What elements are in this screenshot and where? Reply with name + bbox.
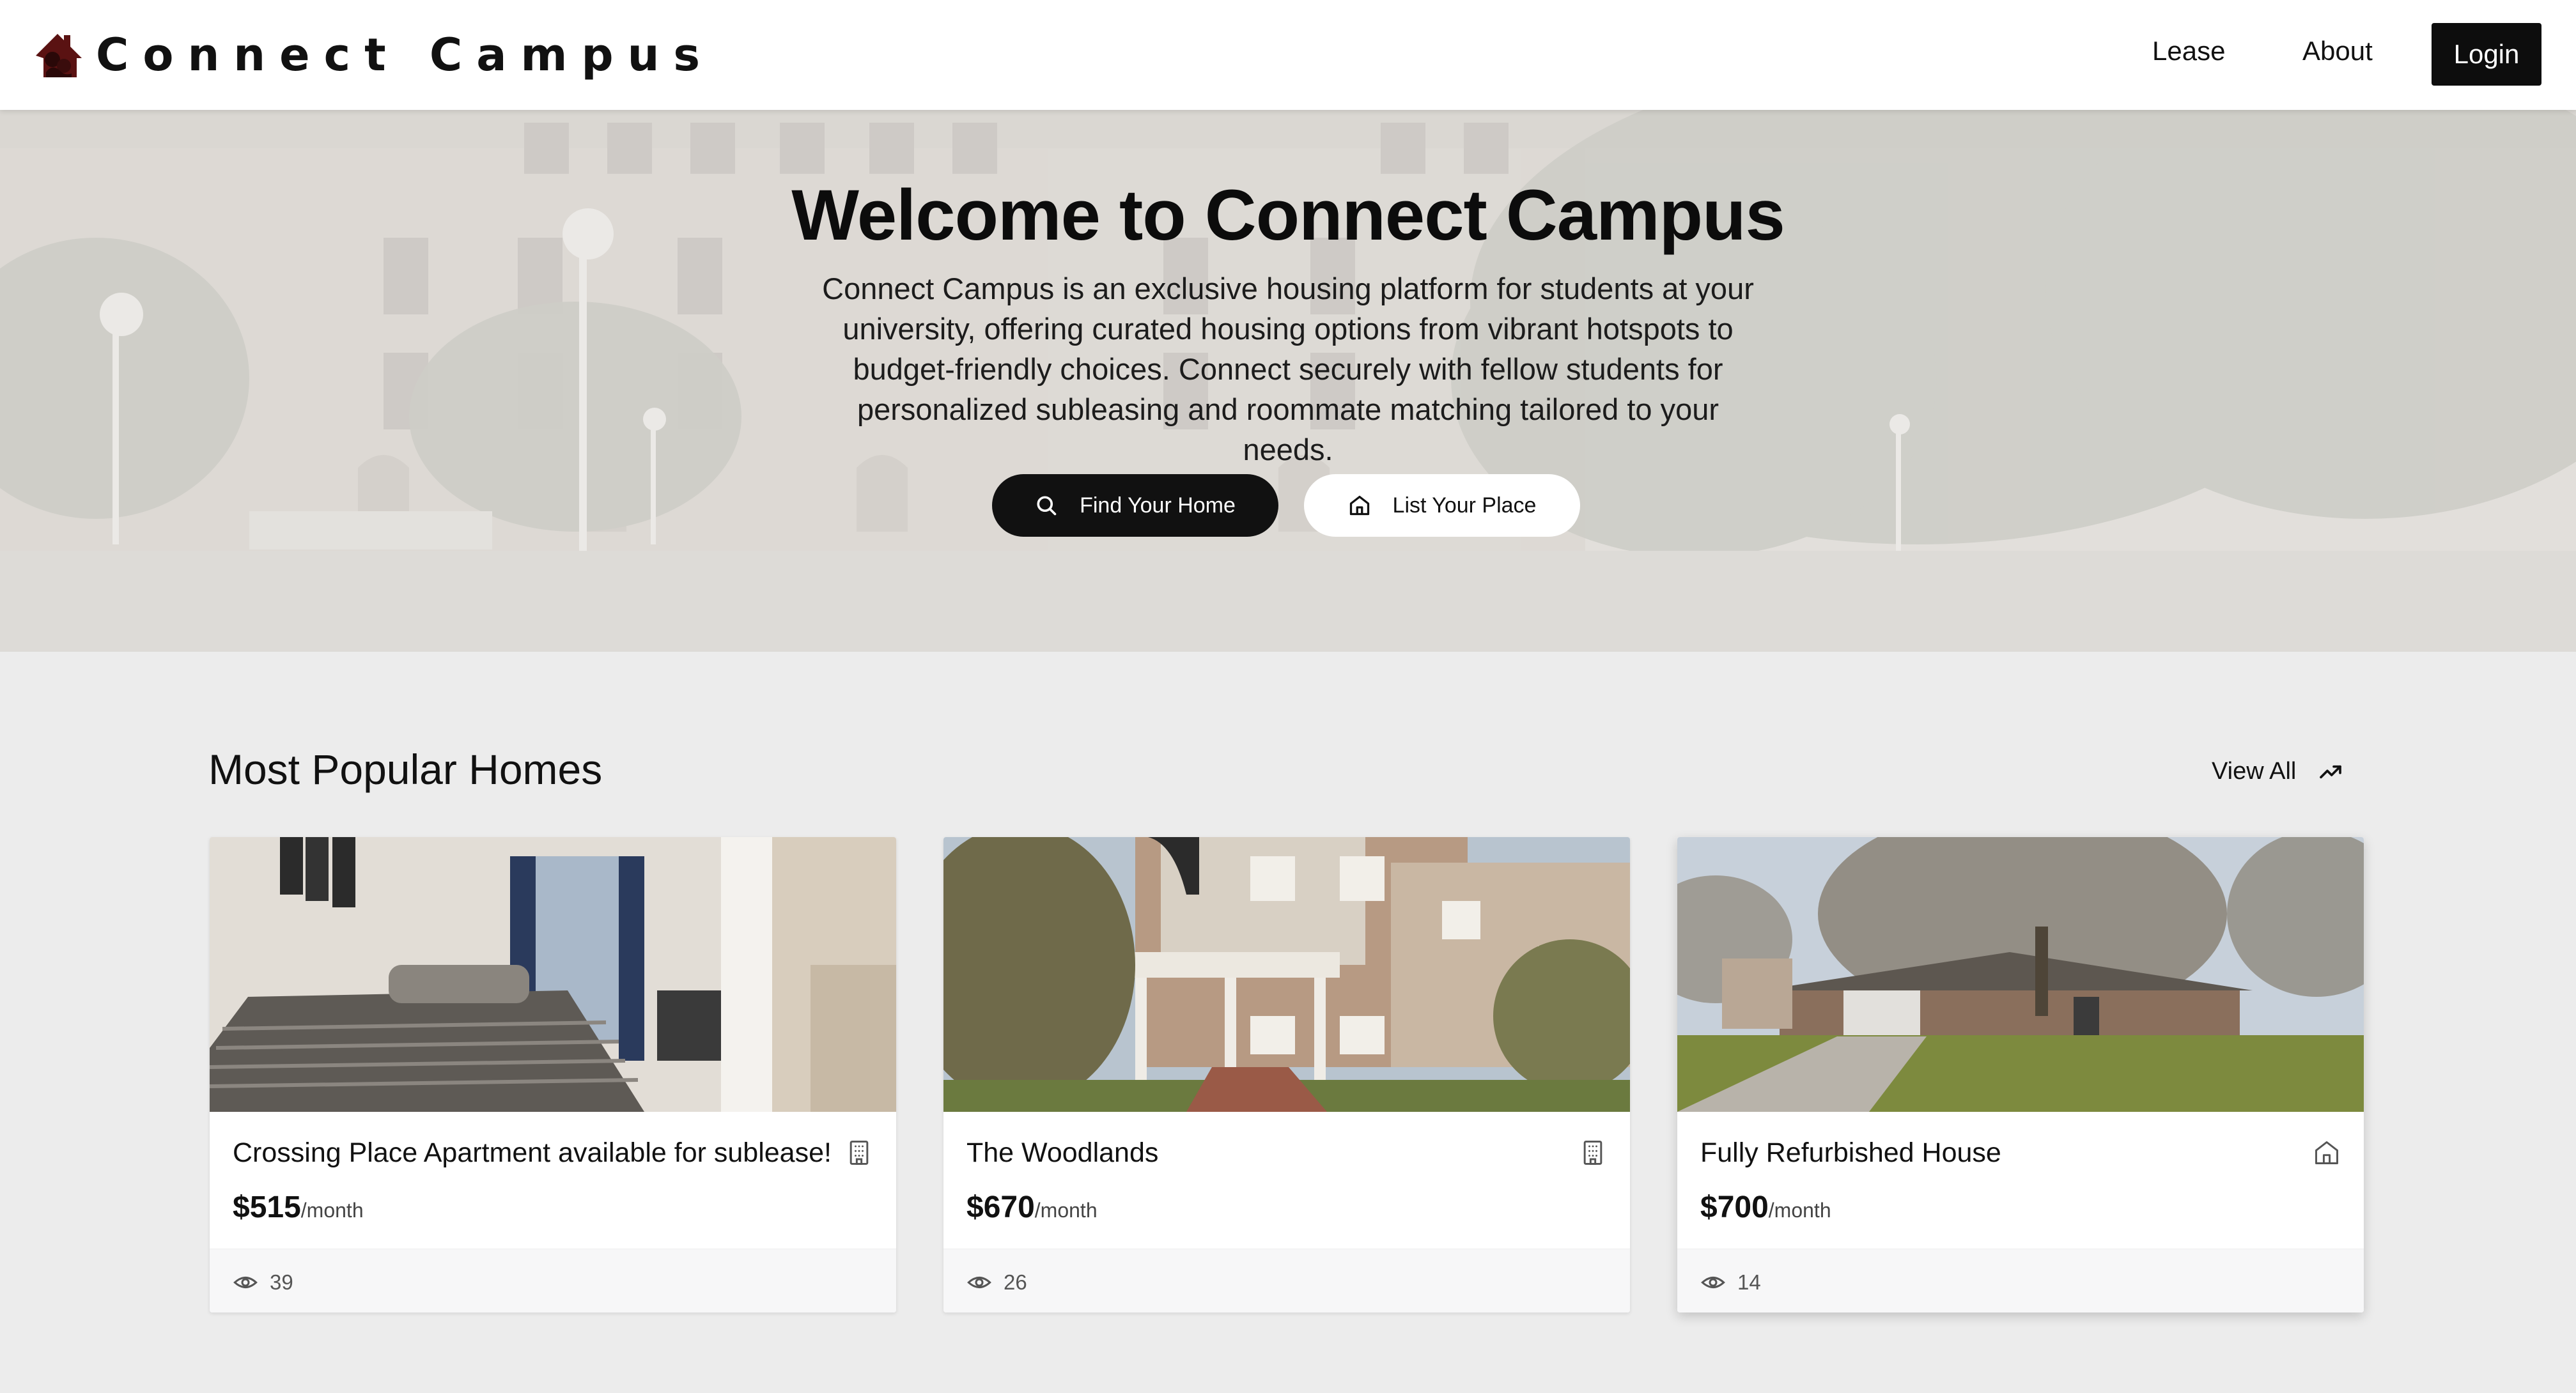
navbar: Connect Campus Lease About Login — [0, 0, 2576, 110]
find-your-home-button[interactable]: Find Your Home — [992, 474, 1278, 537]
listing-photo-house[interactable] — [1677, 837, 2364, 1112]
view-all-label: View All — [2212, 758, 2297, 785]
listing-footer: 26 — [943, 1249, 1630, 1312]
view-count-value: 26 — [1004, 1270, 1027, 1294]
hero-title: Welcome to Connect Campus — [791, 175, 1785, 255]
view-count: 14 — [1700, 1270, 1761, 1295]
listing-footer: 14 — [1677, 1249, 2364, 1312]
price-amount: $515 — [233, 1190, 301, 1224]
brand-name: Connect Campus — [96, 29, 715, 81]
view-count: 39 — [233, 1270, 293, 1295]
listing-card[interactable]: Crossing Place Apartment available for s… — [210, 837, 896, 1312]
eye-icon — [233, 1270, 258, 1295]
listing-price: $670/month — [966, 1190, 1098, 1225]
price-unit: /month — [1768, 1199, 1831, 1222]
eye-icon — [966, 1270, 992, 1295]
listing-footer: 39 — [210, 1249, 896, 1312]
trending-up-icon — [2318, 759, 2343, 785]
brand[interactable]: Connect Campus — [31, 26, 714, 84]
home-icon — [2315, 1141, 2338, 1164]
price-unit: /month — [300, 1199, 364, 1222]
listing-price: $700/month — [1700, 1190, 1831, 1225]
listing-card[interactable]: Fully Refurbished House $700/month 14 — [1677, 837, 2364, 1312]
listing-title[interactable]: Crossing Place Apartment available for s… — [233, 1137, 834, 1169]
view-count-value: 39 — [270, 1270, 293, 1294]
nav-link-lease[interactable]: Lease — [2152, 36, 2225, 66]
find-your-home-label: Find Your Home — [1080, 493, 1236, 518]
listing-title[interactable]: Fully Refurbished House — [1700, 1137, 2301, 1169]
view-all-link[interactable]: View All — [2212, 758, 2343, 785]
building-icon — [850, 1141, 869, 1165]
eye-icon — [1700, 1270, 1726, 1295]
listing-photo-bedroom[interactable] — [210, 837, 896, 1112]
listing-card[interactable]: The Woodlands $670/month 26 — [943, 837, 1630, 1312]
login-button[interactable]: Login — [2432, 23, 2541, 86]
price-unit: /month — [1034, 1199, 1098, 1222]
view-count-value: 14 — [1737, 1270, 1761, 1294]
view-count: 26 — [966, 1270, 1027, 1295]
search-icon — [1035, 494, 1058, 517]
hero-description: Connect Campus is an exclusive housing p… — [822, 272, 1754, 466]
building-icon — [1583, 1141, 1602, 1165]
list-your-place-button[interactable]: List Your Place — [1304, 474, 1580, 537]
listing-price: $515/month — [233, 1190, 364, 1225]
house-logo-icon — [36, 34, 82, 77]
listing-title[interactable]: The Woodlands — [966, 1137, 1567, 1169]
hero-section: Welcome to Connect Campus Connect Campus… — [0, 110, 2576, 652]
price-amount: $700 — [1700, 1190, 1769, 1224]
home-icon — [1348, 494, 1371, 517]
price-amount: $670 — [966, 1190, 1035, 1224]
nav-link-about[interactable]: About — [2302, 36, 2373, 66]
list-your-place-label: List Your Place — [1392, 493, 1537, 518]
section-title: Most Popular Homes — [208, 746, 603, 793]
listing-photo-apartment-complex[interactable] — [943, 837, 1630, 1112]
